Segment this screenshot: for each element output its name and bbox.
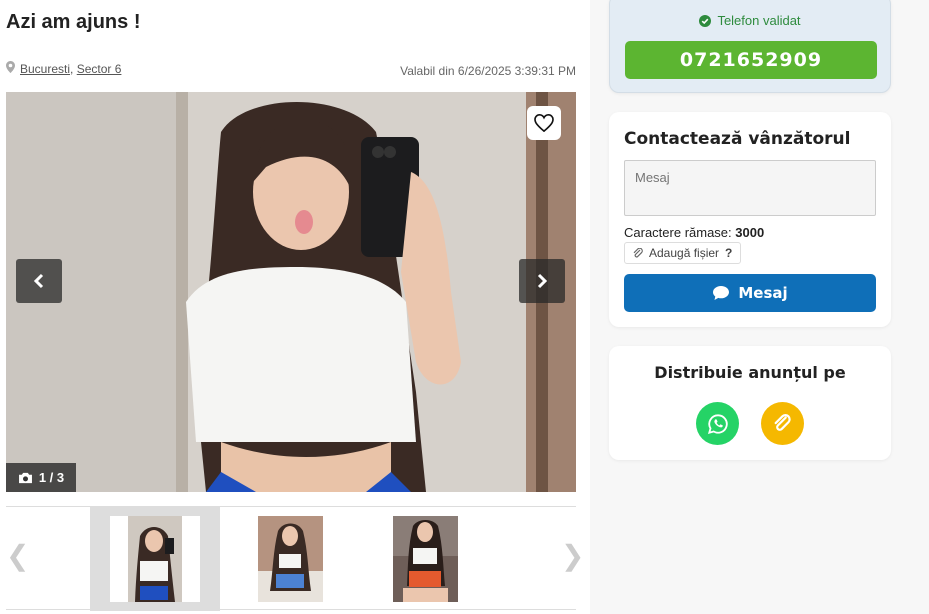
- prev-photo-button[interactable]: [16, 259, 62, 303]
- listing-main: Azi am ajuns ! Bucuresti, Sector 6 Valab…: [0, 0, 590, 614]
- chars-remaining: Caractere rămase: 3000: [624, 225, 765, 240]
- share-whatsapp-button[interactable]: [696, 402, 739, 445]
- phone-number-button[interactable]: 0721652909: [625, 41, 877, 79]
- share-card: Distribuie anunțul pe: [609, 346, 891, 460]
- thumbnail-2[interactable]: [225, 507, 355, 611]
- heart-icon: [534, 114, 554, 132]
- map-marker-icon: [6, 61, 15, 76]
- location: Bucuresti, Sector 6: [6, 61, 121, 76]
- valid-since: Valabil din 6/26/2025 3:39:31 PM: [400, 64, 576, 78]
- favorite-button[interactable]: [527, 106, 561, 140]
- share-copy-link-button[interactable]: [761, 402, 804, 445]
- thumbnail-strip: ❮ ❯: [6, 506, 584, 611]
- contact-card: Contactează vânzătorul Caractere rămase:…: [609, 112, 891, 327]
- chevron-left-icon: [33, 273, 44, 289]
- chevron-right-icon: [537, 273, 548, 289]
- thumbnail-3[interactable]: [360, 507, 490, 611]
- photo-counter: 1 / 3: [6, 463, 76, 492]
- next-photo-button[interactable]: [519, 259, 565, 303]
- thumbnail-1[interactable]: [90, 507, 220, 611]
- attach-file-button[interactable]: Adaugă fișier ?: [624, 242, 742, 264]
- main-photo[interactable]: 1 / 3: [6, 92, 576, 492]
- phone-validated: Telefon validat: [610, 13, 890, 28]
- whatsapp-icon: [707, 413, 728, 434]
- thumbnail-3-image: [392, 516, 458, 602]
- location-city-link[interactable]: Bucuresti: [20, 62, 70, 76]
- thumb-next-arrow[interactable]: ❯: [561, 539, 584, 572]
- send-message-button[interactable]: Mesaj: [624, 274, 876, 312]
- paperclip-icon: [774, 413, 791, 431]
- phone-card: Telefon validat 0721652909: [609, 0, 891, 93]
- contact-title: Contactează vânzătorul: [624, 129, 851, 149]
- thumb-prev-arrow[interactable]: ❮: [6, 539, 29, 572]
- message-field[interactable]: [624, 160, 876, 216]
- check-circle-icon: [699, 14, 712, 27]
- chat-bubble-icon: [713, 286, 730, 300]
- camera-icon: [18, 472, 32, 483]
- thumbnail-1-image: [110, 516, 200, 602]
- listing-title: Azi am ajuns !: [6, 11, 141, 33]
- thumbnail-2-image: [257, 516, 323, 602]
- paperclip-icon: [633, 247, 643, 257]
- attach-help[interactable]: ?: [725, 246, 732, 260]
- location-sector-link[interactable]: Sector 6: [77, 62, 122, 76]
- share-title: Distribuie anunțul pe: [654, 363, 846, 382]
- listing-photo-illustration: [6, 92, 576, 492]
